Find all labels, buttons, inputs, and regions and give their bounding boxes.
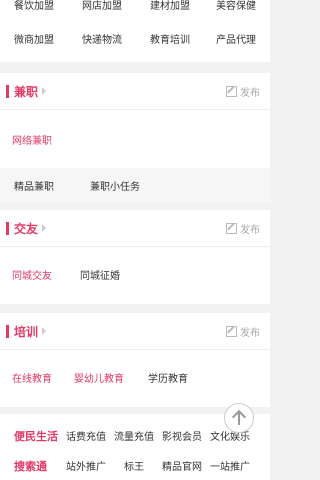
- section-training: 培训 发布 在线教育 婴幼儿教育 学历教育: [0, 313, 270, 407]
- sub-link[interactable]: 精品兼职: [14, 178, 54, 193]
- post-label: 发布: [240, 225, 260, 236]
- category-row-2: 微商加盟 快递物流 教育培训 产品代理: [0, 31, 270, 51]
- section-parttime: 兼职 发布 网络兼职: [0, 73, 270, 170]
- category-link[interactable]: 美容保健: [206, 0, 266, 12]
- link-item[interactable]: 同城交友: [12, 267, 52, 282]
- chevron-right-icon: [42, 327, 46, 335]
- sub-link[interactable]: 兼职小任务: [90, 178, 140, 193]
- section-links: 网络兼职: [0, 110, 270, 170]
- section-links: 在线教育 婴幼儿教育 学历教育: [0, 350, 270, 402]
- section-accent-bar: [6, 222, 9, 235]
- service-row-search: 搜索通 站外推广 标王 精品官网 一站推广: [0, 458, 270, 478]
- link-item[interactable]: 婴幼儿教育: [74, 370, 124, 385]
- category-row-1: 餐饮加盟 网店加盟 建材加盟 美容保健: [0, 0, 270, 17]
- sub-category-row: 精品兼职 兼职小任务: [0, 168, 270, 202]
- post-label: 发布: [240, 328, 260, 339]
- service-link[interactable]: 流量充值: [114, 428, 154, 443]
- service-link[interactable]: 精品官网: [162, 458, 202, 473]
- service-link[interactable]: 一站推广: [210, 458, 250, 473]
- post-button[interactable]: 发布: [226, 221, 260, 236]
- service-link[interactable]: 标王: [124, 458, 144, 473]
- service-link[interactable]: 话费充值: [66, 428, 106, 443]
- chevron-right-icon: [42, 224, 46, 232]
- edit-icon: [226, 86, 237, 97]
- section-header: 培训 发布: [0, 313, 270, 350]
- category-link[interactable]: 快递物流: [72, 31, 132, 46]
- section-social: 交友 发布 同城交友 同城征婚: [0, 210, 270, 304]
- section-links: 同城交友 同城征婚: [0, 247, 270, 299]
- category-link[interactable]: 教育培训: [140, 31, 200, 46]
- edit-icon: [226, 223, 237, 234]
- link-item[interactable]: 同城征婚: [80, 267, 120, 282]
- service-row-title[interactable]: 便民生活: [14, 428, 58, 444]
- section-accent-bar: [6, 325, 9, 338]
- post-button[interactable]: 发布: [226, 324, 260, 339]
- category-link[interactable]: 网店加盟: [72, 0, 132, 12]
- section-accent-bar: [6, 85, 9, 98]
- post-label: 发布: [240, 88, 260, 99]
- category-grid: 餐饮加盟 网店加盟 建材加盟 美容保健 微商加盟 快递物流 教育培训 产品代理: [0, 0, 270, 62]
- category-link[interactable]: 建材加盟: [140, 0, 200, 12]
- link-item[interactable]: 在线教育: [12, 370, 52, 385]
- service-link[interactable]: 站外推广: [66, 458, 106, 473]
- category-link[interactable]: 餐饮加盟: [4, 0, 64, 12]
- link-item[interactable]: 网络兼职: [12, 132, 52, 147]
- service-row-life: 便民生活 话费充值 流量充值 影视会员 文化娱乐: [0, 428, 270, 448]
- chevron-right-icon: [42, 87, 46, 95]
- link-item[interactable]: 学历教育: [148, 370, 188, 385]
- section-title[interactable]: 兼职: [14, 83, 38, 100]
- section-title[interactable]: 交友: [14, 220, 38, 237]
- post-button[interactable]: 发布: [226, 84, 260, 99]
- category-link[interactable]: 产品代理: [206, 31, 266, 46]
- edit-icon: [226, 326, 237, 337]
- section-header: 兼职 发布: [0, 73, 270, 110]
- section-title[interactable]: 培训: [14, 323, 38, 340]
- service-row-title[interactable]: 搜索通: [14, 458, 47, 474]
- arrow-up-icon: [232, 410, 246, 426]
- category-link[interactable]: 微商加盟: [4, 31, 64, 46]
- scroll-to-top-button[interactable]: [224, 403, 254, 433]
- section-header: 交友 发布: [0, 210, 270, 247]
- service-link[interactable]: 影视会员: [162, 428, 202, 443]
